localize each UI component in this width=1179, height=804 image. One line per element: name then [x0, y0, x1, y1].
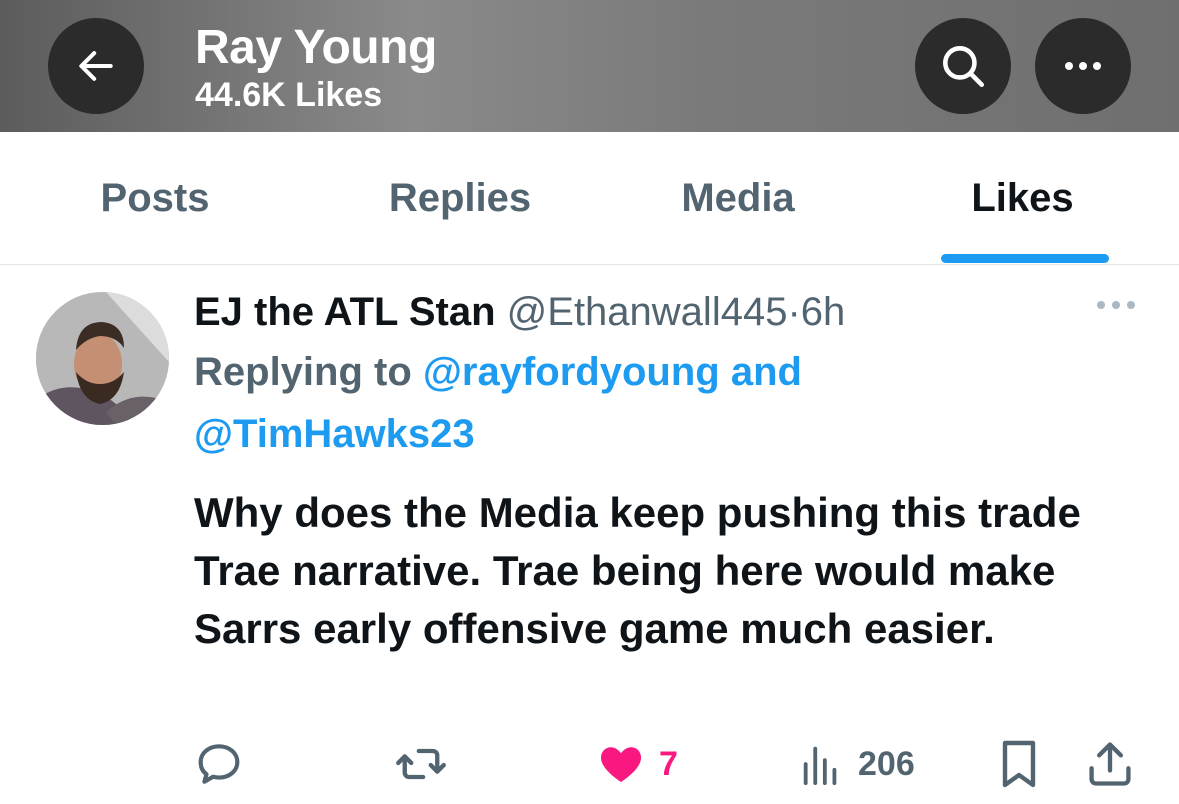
mention-link[interactable]: @rayfordyoung — [423, 350, 720, 394]
tab-likes[interactable]: Likes — [866, 132, 1179, 264]
repost-button[interactable] — [395, 738, 447, 790]
tweet-time[interactable]: 6h — [801, 290, 846, 334]
tab-media[interactable]: Media — [610, 132, 866, 264]
tweet-text: Why does the Media keep pushing this tra… — [194, 489, 1081, 652]
comment-icon — [198, 744, 240, 784]
avatar[interactable] — [36, 292, 169, 425]
search-button[interactable] — [915, 18, 1011, 114]
views-button[interactable]: 206 — [798, 738, 915, 790]
analytics-icon — [803, 746, 837, 786]
active-tab-indicator — [941, 254, 1109, 263]
back-button[interactable] — [48, 18, 144, 114]
avatar-photo — [36, 292, 169, 425]
mention-link[interactable]: @TimHawks23 — [194, 412, 475, 456]
more-horizontal-icon — [1065, 62, 1101, 70]
more-button[interactable] — [1035, 18, 1131, 114]
search-icon — [943, 46, 985, 88]
arrow-left-icon — [79, 51, 113, 81]
like-count: 7 — [659, 744, 678, 783]
profile-tabs: Posts Replies Media Likes — [0, 132, 1179, 265]
time-separator: · — [787, 290, 801, 334]
profile-header: Ray Young 44.6K Likes — [0, 0, 1179, 132]
replying-to: Replying to @rayfordyoung and — [194, 348, 802, 396]
tweet-header: EJ the ATL Stan @Ethanwall445·6h — [194, 288, 845, 336]
author-handle[interactable]: @Ethanwall445 — [507, 290, 788, 334]
likes-count: 44.6K Likes — [195, 76, 383, 114]
mention-conjunction: and — [730, 350, 802, 394]
bookmark-button[interactable] — [996, 738, 1042, 790]
share-icon — [1089, 742, 1131, 786]
reply-button[interactable] — [194, 738, 244, 790]
bookmark-icon — [1002, 740, 1036, 788]
repost-icon — [396, 748, 446, 780]
author-name[interactable]: EJ the ATL Stan — [194, 290, 496, 334]
replying-to-continued: @TimHawks23 — [194, 410, 475, 458]
like-button[interactable]: 7 — [597, 738, 678, 790]
replying-to-label: Replying to — [194, 350, 412, 394]
tweet-more-button[interactable] — [1094, 298, 1138, 316]
share-button[interactable] — [1084, 738, 1136, 790]
heart-filled-icon — [600, 747, 642, 782]
profile-name: Ray Young — [195, 21, 437, 74]
tab-posts[interactable]: Posts — [0, 132, 310, 264]
more-horizontal-icon — [1097, 301, 1135, 309]
tab-replies[interactable]: Replies — [310, 132, 610, 264]
views-count: 206 — [858, 744, 915, 783]
